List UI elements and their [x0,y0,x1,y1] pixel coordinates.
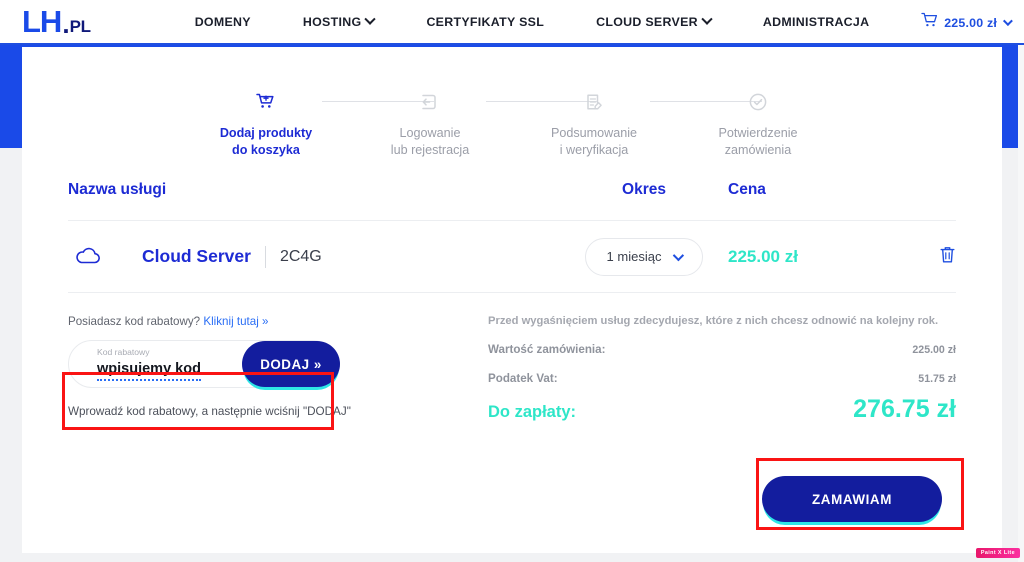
step-line1: Potwierdzenie [718,126,798,140]
checkout-card: Dodaj produkty do koszyka Logowanie lub … [22,47,1002,553]
summary-value: 225.00 zł [912,344,956,356]
total-label: Do zapłaty: [488,403,577,421]
cart-add-icon [255,89,277,115]
step-line1: Podsumowanie [550,126,638,140]
column-header-price: Cena [728,180,766,198]
cell-product-name: Cloud Server 2C4G [68,245,560,268]
nav-certyfikaty-ssl-label: CERTYFIKATY SSL [426,14,545,29]
logo-text-dot: . [62,9,70,39]
coupon-section: Posiadasz kod rabatowy? Kliknij tutaj » … [68,315,472,424]
logo-text-lh: LH [22,4,62,39]
summary-line-order-value: Wartość zamówienia: 225.00 zł [488,343,956,356]
coupon-hint: Wprowadź kod rabatowy, a następnie wciśn… [68,405,351,418]
trash-icon [939,245,956,269]
nav-administracja-label: ADMINISTRACJA [762,14,870,29]
nav-cloud-server[interactable]: CLOUD SERVER [570,13,737,29]
product-name: Cloud Server [142,246,251,266]
step-dodaj-produkty-label: Dodaj produkty do koszyka [220,125,312,159]
step-podsumowanie[interactable]: Podsumowanie i weryfikacja [512,89,762,159]
coupon-question: Posiadasz kod rabatowy? Kliknij tutaj » [68,315,472,328]
page-scrollbar[interactable] [1018,45,1024,562]
coupon-input-group: Kod rabatowy wpisujemy kod DODAJ » [68,340,340,388]
paint-x-lite-watermark: Paint X Lite [975,548,1020,558]
step-dodaj-produkty[interactable]: Dodaj produkty do koszyka [184,89,434,159]
chevron-down-icon [364,13,377,25]
nav-domeny-label: DOMENY [194,14,251,29]
step-logowanie[interactable]: Logowanie lub rejestracja [348,89,598,159]
chevron-down-icon [701,13,713,25]
checkout-steps: Dodaj produkty do koszyka Logowanie lub … [22,47,1002,159]
summary-label: Wartość zamówienia: [488,343,606,356]
login-arrow-icon [420,89,440,115]
step-line2: do koszyka [232,143,300,157]
cart-button[interactable]: 225.00 zł [921,0,1013,45]
step-potwierdzenie-label: Potwierdzenie zamówienia [718,125,797,159]
coupon-input-value: wpisujemy kod [97,361,201,381]
nav-administracja[interactable]: ADMINISTRACJA [737,15,895,29]
shopping-cart-icon [921,12,938,33]
document-edit-icon [584,89,604,115]
summary-value: 51.75 zł [918,373,956,385]
delete-row-button[interactable] [912,245,956,269]
table-row: Cloud Server 2C4G 1 miesiąc 225.00 zł [68,221,956,293]
period-value: 1 miesiąc [606,249,662,264]
add-coupon-button[interactable]: DODAJ » [242,341,340,387]
chevron-down-icon [673,249,685,261]
order-button[interactable]: ZAMAWIAM [762,476,942,522]
nav-certyfikaty-ssl[interactable]: CERTYFIKATY SSL [400,15,570,29]
step-line2: i weryfikacja [559,143,629,157]
nav-hosting-label: HOSTING [302,14,362,29]
site-logo[interactable]: LH . PL [22,6,91,37]
product-variant: 2C4G [279,247,322,265]
column-header-name: Nazwa usługi [68,180,167,198]
coupon-question-text: Posiadasz kod rabatowy? [68,315,201,328]
logo-text-pl: PL [69,17,91,36]
summary-label: Podatek Vat: [488,372,558,385]
step-podsumowanie-label: Podsumowanie i weryfikacja [551,125,637,159]
nav-domeny[interactable]: DOMENY [169,15,277,29]
chevron-down-icon [1002,16,1013,27]
step-line2: lub rejestracja [390,143,470,157]
divider [264,245,266,268]
step-logowanie-label: Logowanie lub rejestracja [391,125,469,159]
summary-note: Przed wygaśnięciem usług zdecydujesz, kt… [488,315,939,327]
cloud-icon [74,247,108,266]
period-dropdown[interactable]: 1 miesiąc [585,237,703,276]
row-price: 225.00 zł [728,246,798,266]
page-root: LH . PL DOMENY HOSTING CERTYFIKATY SSL C… [0,0,1024,562]
main-navigation: DOMENY HOSTING CERTYFIKATY SSL CLOUD SER… [169,13,896,29]
check-circle-icon [748,89,768,115]
nav-cloud-server-label: CLOUD SERVER [596,14,698,29]
checkout-bottom: Posiadasz kod rabatowy? Kliknij tutaj » … [22,293,1002,424]
coupon-input-label: Kod rabatowy [97,347,150,357]
cta-area: ZAMAWIAM [746,462,958,522]
order-summary: Przed wygaśnięciem usług zdecydujesz, kt… [472,315,956,424]
column-header-period: Okres [622,180,666,198]
summary-total: Do zapłaty: 276.75 zł [488,395,956,424]
cell-price: 225.00 zł [728,247,912,267]
step-line2: zamówienia [724,143,792,157]
summary-line-vat: Podatek Vat: 51.75 zł [488,372,956,385]
cart-amount: 225.00 zł [944,15,997,30]
site-header: LH . PL DOMENY HOSTING CERTYFIKATY SSL C… [0,0,1024,45]
step-line1: Logowanie [399,126,461,140]
nav-hosting[interactable]: HOSTING [277,13,401,29]
coupon-toggle-link[interactable]: Kliknij tutaj » [203,315,268,328]
cart-table-header: Nazwa usługi Okres Cena [68,159,956,221]
step-potwierdzenie[interactable]: Potwierdzenie zamówienia [676,89,840,159]
cell-period: 1 miesiąc [560,237,728,276]
total-value: 276.75 zł [853,395,956,423]
step-line1: Dodaj produkty [219,126,313,140]
